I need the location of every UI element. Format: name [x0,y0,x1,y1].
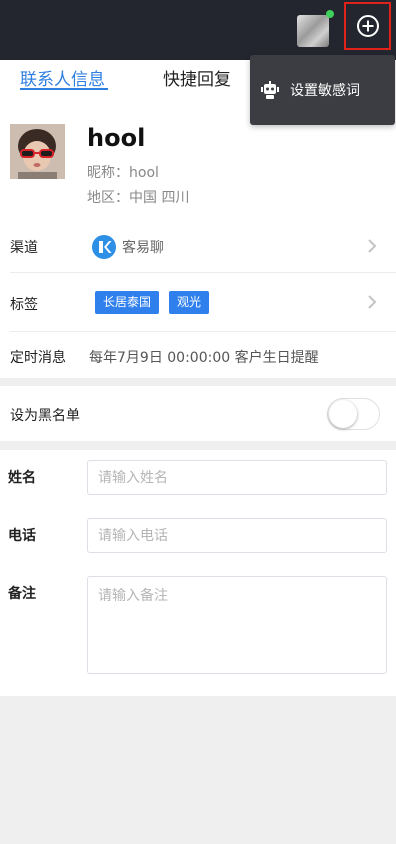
menu-item-set-sensitive-words[interactable]: 设置敏感词 [250,55,395,125]
tag-item: 长居泰国 [95,291,160,314]
phone-label: 电话 [8,528,36,544]
phone-input[interactable] [87,518,387,553]
kyl-logo-icon [92,235,116,259]
name-input[interactable] [87,460,387,495]
menu-item-label: 设置敏感词 [290,83,360,99]
active-tab-indicator [20,88,108,90]
add-button[interactable] [344,2,391,50]
schedule-label: 定时消息 [10,350,66,366]
blacklist-label: 设为黑名单 [10,408,80,424]
tag-item: 观光 [169,291,210,314]
contact-name: hool [87,124,146,152]
name-label: 姓名 [8,470,36,486]
schedule-value: 每年7月9日 00:00:00 客户生日提醒 [89,350,319,366]
contact-info-card: hool 昵称：hool 地区：中国 四川 渠道 客易聊 标签 长居泰国 观光 … [0,100,396,378]
tab-contact-info[interactable]: 联系人信息 [20,65,105,90]
chevron-right-icon[interactable] [366,294,378,310]
top-bar [0,0,396,60]
channel-label: 渠道 [10,240,38,256]
plus-circle-icon [356,15,379,37]
chevron-right-icon[interactable] [366,238,378,254]
dropdown-menu: 设置敏感词 [250,55,395,125]
tab-quick-reply[interactable]: 快捷回复 [163,65,231,90]
channel-value: 客易聊 [122,240,164,256]
blacklist-toggle[interactable] [327,398,380,430]
divider [10,272,396,273]
note-textarea[interactable] [87,576,387,674]
contact-region: 地区：中国 四川 [87,190,190,206]
user-avatar[interactable] [297,15,329,47]
robot-icon [261,81,279,99]
tags-label: 标签 [10,297,38,313]
online-status-dot [326,10,334,18]
divider [10,331,396,332]
contact-nickname: 昵称：hool [87,165,159,181]
toggle-knob [329,400,357,428]
note-label: 备注 [8,586,36,602]
blacklist-row: 设为黑名单 [0,386,396,441]
contact-avatar [10,124,65,179]
contact-form: 姓名 电话 备注 [0,450,396,696]
